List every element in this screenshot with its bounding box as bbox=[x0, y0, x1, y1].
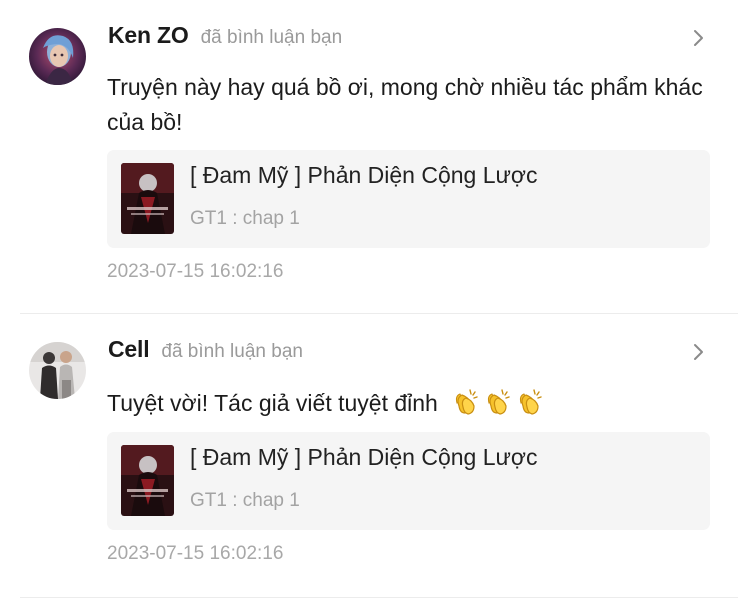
book-card[interactable]: [ Đam Mỹ ] Phản Diện Cộng Lược GT1 : cha… bbox=[107, 432, 710, 530]
comment-text: Truyện này hay quá bồ ơi, mong chờ nhiều… bbox=[107, 74, 703, 135]
book-cover bbox=[121, 445, 174, 516]
chevron-right-icon[interactable] bbox=[692, 342, 706, 362]
book-card[interactable]: [ Đam Mỹ ] Phản Diện Cộng Lược GT1 : cha… bbox=[107, 150, 710, 248]
notification-header: Cell đã bình luận bạn bbox=[108, 336, 303, 370]
book-chapter: GT1 : chap 1 bbox=[190, 490, 300, 511]
divider bbox=[20, 597, 738, 598]
book-cover bbox=[121, 163, 174, 234]
comment-text: Tuyệt vời! Tác giả viết tuyệt đỉnh bbox=[107, 386, 707, 421]
action-text: đã bình luận bạn bbox=[200, 27, 343, 48]
clapping-hands-emoji bbox=[456, 389, 478, 415]
timestamp: 2023-07-15 16:02:16 bbox=[107, 543, 284, 564]
avatar[interactable] bbox=[29, 28, 86, 85]
book-chapter: GT1 : chap 1 bbox=[190, 208, 300, 229]
clapping-hands-emoji bbox=[488, 389, 510, 415]
book-title: [ Đam Mỹ ] Phản Diện Cộng Lược bbox=[190, 162, 538, 188]
notification-header: Ken ZO đã bình luận bạn bbox=[108, 22, 342, 56]
emoji-group bbox=[450, 386, 545, 417]
username[interactable]: Ken ZO bbox=[108, 22, 189, 49]
comment-text-content: Tuyệt vời! Tác giả viết tuyệt đỉnh bbox=[107, 390, 438, 416]
notification-item[interactable]: Ken ZO đã bình luận bạn Truyện này hay q… bbox=[0, 0, 738, 313]
clapping-hands-emoji bbox=[520, 389, 542, 415]
book-title: [ Đam Mỹ ] Phản Diện Cộng Lược bbox=[190, 444, 538, 470]
username[interactable]: Cell bbox=[108, 336, 150, 363]
chevron-right-icon[interactable] bbox=[692, 28, 706, 48]
timestamp: 2023-07-15 16:02:16 bbox=[107, 261, 284, 282]
avatar[interactable] bbox=[29, 342, 86, 399]
notification-item[interactable]: Cell đã bình luận bạn Tuyệt vời! Tác giả… bbox=[0, 314, 738, 598]
action-text: đã bình luận bạn bbox=[161, 341, 303, 362]
